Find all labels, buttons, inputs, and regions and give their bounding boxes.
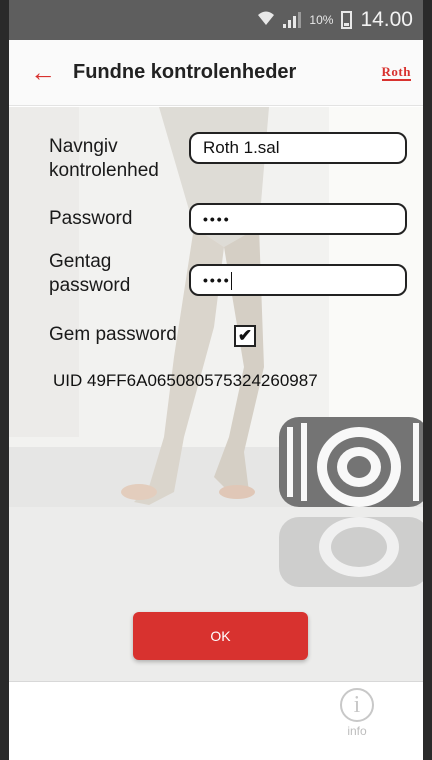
- name-label-line2: kontrolenhed: [49, 160, 159, 181]
- save-password-label: Gem password: [49, 324, 177, 345]
- repeat-label-line1: Gentag: [49, 251, 112, 272]
- info-label: info: [347, 724, 367, 738]
- clock: 14.00: [360, 8, 413, 31]
- repeat-password-value: ••••: [203, 272, 231, 288]
- content-overlay: [9, 107, 423, 681]
- password-value: ••••: [203, 211, 231, 227]
- repeat-password-label: Gentag password: [49, 250, 130, 298]
- app-bar: ← Fundne kontrolenheder Roth: [9, 40, 423, 106]
- checkmark-icon: ✔: [237, 326, 253, 345]
- name-label: Navngiv kontrolenhed: [49, 135, 159, 183]
- info-button[interactable]: i info: [337, 688, 377, 738]
- battery-percent: 10%: [309, 13, 334, 27]
- page-title: Fundne kontrolenheder: [73, 61, 297, 83]
- repeat-password-field[interactable]: ••••: [189, 264, 407, 296]
- ok-button[interactable]: OK: [133, 612, 308, 660]
- save-password-checkbox[interactable]: ✔: [234, 325, 256, 347]
- signal-icon: [283, 12, 302, 28]
- password-field[interactable]: ••••: [189, 203, 407, 235]
- battery-icon: [341, 11, 353, 29]
- ok-button-label: OK: [210, 628, 231, 644]
- name-label-line1: Navngiv: [49, 136, 118, 157]
- text-cursor: [230, 272, 232, 291]
- password-label: Password: [49, 208, 133, 229]
- info-icon: i: [340, 688, 374, 722]
- device-uid: UID 49FF6A065080575324260987: [53, 371, 318, 390]
- brand-logo: Roth: [381, 63, 411, 81]
- back-arrow-icon[interactable]: ←: [21, 57, 65, 88]
- device-name-field[interactable]: Roth 1.sal: [189, 132, 407, 164]
- status-bar: 10% 14.00: [9, 0, 423, 40]
- device-name-value: Roth 1.sal: [203, 138, 280, 157]
- wifi-icon: [257, 10, 275, 31]
- content-area: Navngiv kontrolenhed Roth 1.sal Password…: [9, 107, 423, 681]
- repeat-label-line2: password: [49, 275, 131, 296]
- info-glyph: i: [353, 692, 361, 718]
- bottom-bar: i info: [9, 681, 423, 760]
